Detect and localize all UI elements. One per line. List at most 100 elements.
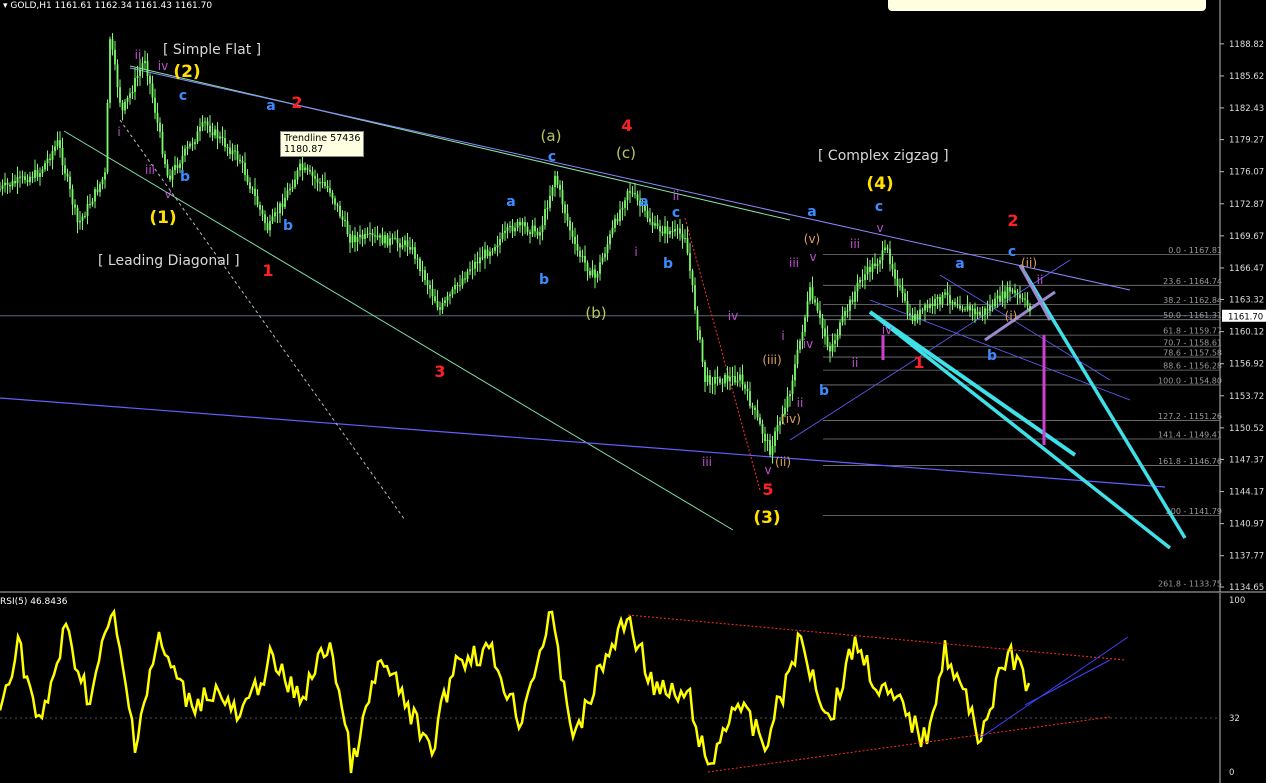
candle-body: [714, 376, 716, 384]
candle-body: [114, 49, 116, 65]
wave-label: (3): [753, 508, 780, 528]
candle-body: [934, 298, 936, 306]
price-tick-label: 1166.47: [1229, 264, 1264, 274]
candle-body: [591, 269, 594, 276]
trendline: [119, 119, 406, 521]
candle-body: [441, 302, 444, 310]
candle-body: [244, 162, 246, 176]
candle-body: [306, 167, 309, 170]
price-chart[interactable]: 0.0 - 1167.81 23.6 - 1164.74 38.2 - 1162.8…: [0, 0, 1266, 783]
candle-body: [544, 208, 546, 226]
candle-body: [341, 216, 344, 220]
candle-body: [704, 361, 706, 382]
wave-label: ii: [852, 356, 859, 370]
candle-body: [1014, 290, 1016, 294]
candle-body: [761, 423, 764, 434]
candle-body: [726, 374, 729, 382]
candle-body: [421, 270, 424, 272]
candle-body: [16, 177, 19, 184]
candle-body: [1029, 305, 1031, 312]
candle-body: [89, 203, 91, 205]
candle-body: [129, 93, 131, 98]
price-tick-label: 1147.37: [1229, 455, 1264, 465]
wave-label: 1: [913, 353, 924, 372]
candle-body: [24, 176, 26, 181]
price-tick-label: 1144.17: [1229, 488, 1264, 498]
candle-body: [396, 237, 399, 244]
candle-body: [669, 231, 671, 235]
current-price-label: 1161.70: [1228, 312, 1263, 322]
candle-body: [221, 136, 224, 139]
candles: [0, 32, 1031, 464]
candle-body: [254, 188, 256, 196]
candle-body: [751, 406, 754, 408]
wave-label: 1: [262, 261, 273, 280]
candle-body: [239, 159, 241, 162]
candle-body: [794, 364, 796, 381]
candle-body: [76, 207, 79, 223]
candle-body: [419, 258, 421, 272]
candle-body: [294, 179, 296, 188]
candle-body: [454, 284, 456, 290]
fib-level-label: 23.6 - 1164.74: [1163, 277, 1222, 286]
candle-body: [284, 197, 286, 207]
candle-body: [849, 299, 851, 311]
candle-body: [326, 185, 329, 189]
candle-body: [314, 176, 316, 179]
candle-body: [879, 260, 881, 264]
wave-label: b: [180, 169, 190, 185]
candle-body: [896, 278, 899, 287]
candle-body: [376, 235, 379, 238]
wave-label: (v): [804, 232, 820, 246]
candle-body: [509, 225, 511, 228]
candle-body: [719, 378, 721, 383]
candle-body: [154, 97, 156, 113]
candle-body: [431, 288, 434, 297]
candle-body: [219, 136, 221, 139]
candle-body: [571, 230, 574, 237]
wave-label: (iv): [781, 412, 801, 426]
candle-body: [246, 175, 249, 183]
candle-body: [556, 175, 559, 185]
candle-body: [359, 234, 361, 238]
fib-level-label: 78.6 - 1157.58: [1163, 349, 1222, 358]
candle-body: [461, 278, 464, 286]
candle-body: [446, 296, 449, 301]
candle-body: [739, 374, 741, 381]
dropdown-icon[interactable]: ▾: [3, 1, 8, 11]
wave-label: b: [283, 218, 293, 234]
candle-body: [599, 262, 601, 274]
candle-body: [621, 207, 624, 210]
candle-body: [269, 221, 271, 231]
candle-body: [701, 339, 704, 362]
candle-body: [629, 191, 631, 193]
candle-body: [456, 284, 459, 286]
wave-label: iv: [882, 323, 892, 337]
candle-body: [391, 237, 394, 239]
candle-body: [914, 314, 916, 321]
candle-body: [526, 226, 529, 233]
candle-body: [354, 235, 356, 243]
candle-body: [696, 310, 699, 331]
candle-body: [1011, 290, 1014, 292]
candle-body: [856, 282, 859, 292]
candle-body: [824, 328, 826, 337]
annotation-complex-zigzag: [ Complex zigzag ]: [818, 148, 949, 164]
candle-body: [69, 176, 71, 189]
candle-body: [144, 60, 146, 64]
candle-body: [171, 170, 174, 180]
candle-body: [529, 232, 531, 234]
candle-body: [26, 180, 29, 183]
candle-body: [366, 233, 369, 235]
candle-body: [176, 164, 179, 168]
wave-label: 5: [762, 480, 773, 499]
candle-body: [664, 226, 666, 234]
candle-body: [124, 101, 126, 111]
candle-body: [236, 150, 239, 160]
candle-body: [181, 155, 184, 164]
annotation-leading-diagonal: [ Leading Diagonal ]: [98, 253, 240, 269]
candle-body: [876, 263, 879, 267]
candle-body: [121, 102, 124, 111]
candle-body: [674, 229, 676, 232]
fib-level-label: 161.8 - 1146.76: [1158, 457, 1222, 466]
